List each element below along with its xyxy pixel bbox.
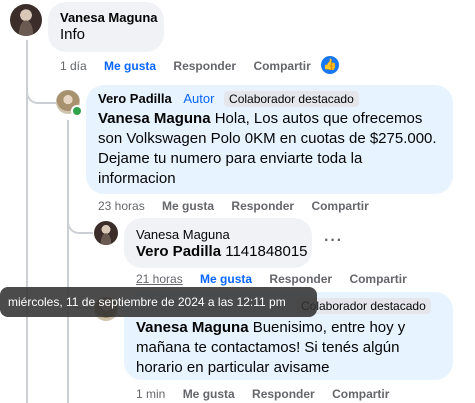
comment-text-block: Vanesa Maguna Buenisimo, entre hoy y mañ… — [136, 318, 446, 378]
comment-time[interactable]: 1 día — [60, 59, 87, 73]
timestamp-tooltip: miércoles, 11 de septiembre de 2024 a la… — [0, 287, 317, 317]
like-button[interactable]: Me gusta — [162, 199, 214, 213]
comment-author[interactable]: Vero Padilla — [98, 91, 172, 106]
comment-actions: 21 horas Me gusta Responder Compartir — [136, 272, 421, 286]
comment-text-block: Vanesa Maguna Hola, Los autos que ofrece… — [98, 109, 443, 189]
reply-button[interactable]: Responder — [231, 199, 294, 213]
comment-text: 1141848015 — [221, 243, 308, 260]
thread-curve — [26, 80, 58, 104]
avatar[interactable] — [94, 221, 118, 245]
mention-link[interactable]: Vanesa Maguna — [98, 110, 211, 127]
comment-time[interactable]: 23 horas — [98, 199, 145, 213]
thumbs-up-icon[interactable]: 👍 — [321, 56, 339, 74]
share-button[interactable]: Compartir — [349, 272, 406, 286]
online-status-indicator — [71, 105, 83, 117]
comment-author[interactable]: Vanesa Maguna — [60, 10, 158, 25]
comment-author[interactable]: Vanesa Maguna — [136, 227, 230, 242]
reply-button[interactable]: Responder — [252, 387, 315, 401]
share-button[interactable]: Compartir — [253, 59, 310, 73]
comment-actions: 1 min Me gusta Responder Compartir — [136, 387, 403, 401]
thread-line-nested — [67, 120, 69, 403]
comment-actions: 23 horas Me gusta Responder Compartir — [98, 199, 383, 213]
comment-time[interactable]: 1 min — [136, 387, 165, 401]
comment-text: Info — [60, 26, 86, 43]
like-button[interactable]: Me gusta — [200, 272, 252, 286]
like-button[interactable]: Me gusta — [104, 59, 156, 73]
comment-header: Vero Padilla Autor Colaborador destacado — [98, 91, 359, 107]
comment-text-block: Vero Padilla 1141848015 — [136, 242, 308, 262]
thread-curve-nested — [67, 210, 93, 234]
like-button[interactable]: Me gusta — [183, 387, 235, 401]
reply-button[interactable]: Responder — [173, 59, 236, 73]
top-contributor-badge: Colaborador destacado — [224, 91, 359, 107]
comment-actions: 1 día Me gusta Responder Compartir — [60, 59, 325, 73]
comment-time[interactable]: 21 horas — [136, 272, 183, 286]
share-button[interactable]: Compartir — [311, 199, 368, 213]
mention-link[interactable]: Vanesa Maguna — [136, 319, 249, 336]
reply-button[interactable]: Responder — [269, 272, 332, 286]
author-badge: Autor — [183, 91, 215, 106]
share-button[interactable]: Compartir — [332, 387, 389, 401]
avatar[interactable] — [10, 4, 42, 36]
more-options-icon[interactable]: ··· — [324, 232, 343, 250]
mention-link[interactable]: Vero Padilla — [136, 243, 221, 260]
